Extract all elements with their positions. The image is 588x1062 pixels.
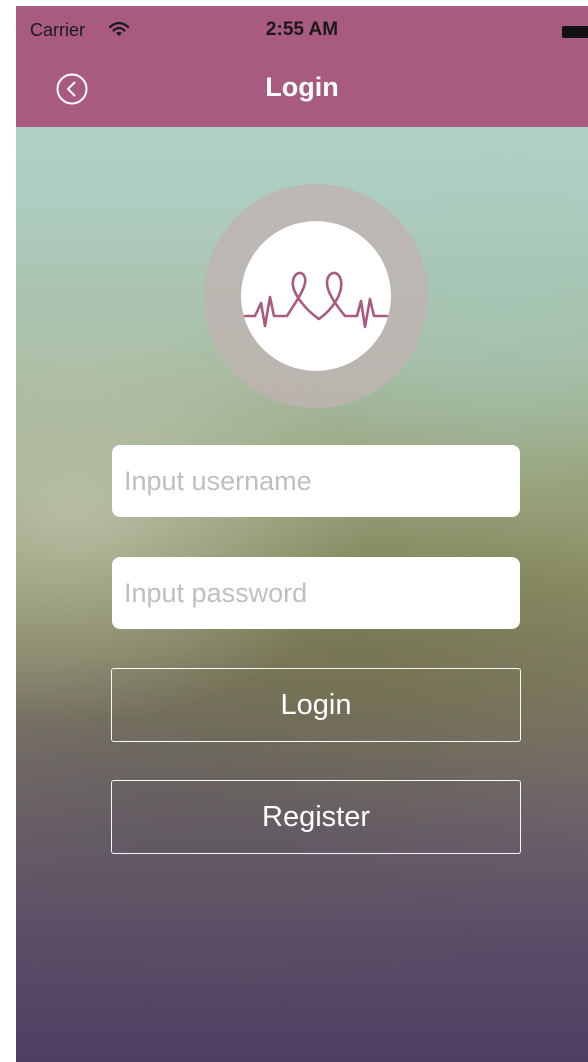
- register-button[interactable]: Register: [111, 780, 521, 854]
- status-time: 2:55 AM: [265, 19, 339, 40]
- page-title: Login: [265, 72, 339, 102]
- login-screen: Carrier 2:55 AM Login Login Register: [16, 6, 588, 1062]
- login-button[interactable]: Login: [111, 668, 521, 742]
- status-bar: Carrier 2:55 AM: [16, 6, 588, 56]
- battery-icon: [562, 26, 588, 38]
- username-input[interactable]: [112, 445, 520, 517]
- app-logo: [204, 184, 428, 408]
- heartbeat-heart-icon: [243, 271, 389, 329]
- password-input[interactable]: [112, 557, 520, 629]
- nav-bar: Login: [16, 56, 588, 127]
- logo-disc: [241, 221, 391, 371]
